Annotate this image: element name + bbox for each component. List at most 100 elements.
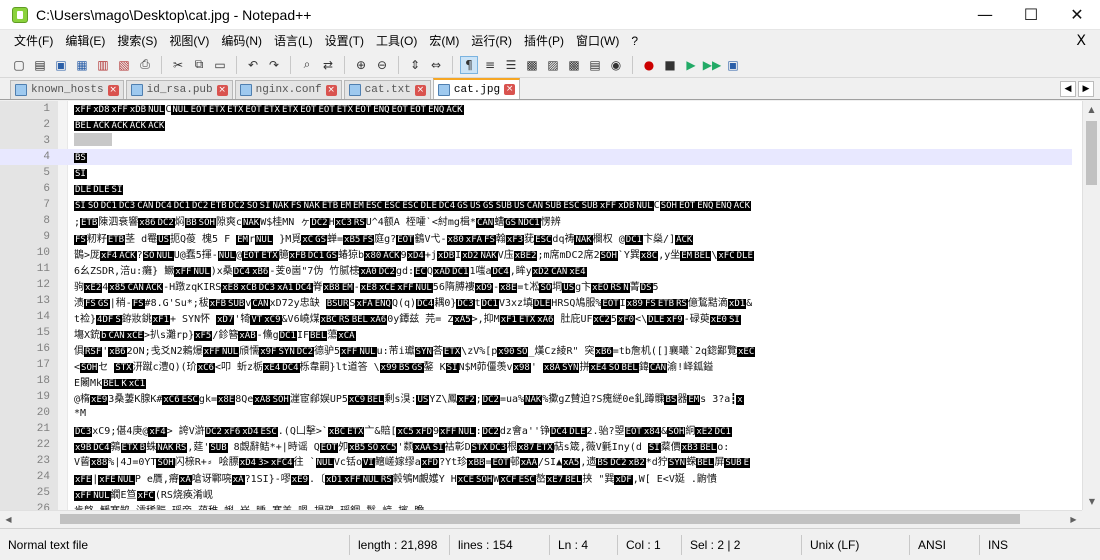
editor-line[interactable]: 6 DLE DLE SI (0, 181, 1072, 197)
editor-line[interactable]: 13 渍FS GS|稍-FS#8.G'Su*;秡xFB SUBvCANxD72y忠缺 … (0, 293, 1072, 309)
editor-line[interactable]: 18 E闂MkBEL KxC1 (0, 373, 1072, 389)
minimize-button[interactable]: — (962, 0, 1008, 30)
editor-line[interactable]: 12 驹xE24x85 CAN ACK-H蹾zqKIRSxE8 xCB DC3 xA1 DC4… (0, 277, 1072, 293)
menu-file[interactable]: 文件(F) (8, 30, 59, 52)
editor-line[interactable]: 2 BEL ACK ACK ACK ACK (0, 117, 1072, 133)
tab-close-icon[interactable]: × (325, 84, 337, 96)
sync-v-icon[interactable]: ⇕ (406, 56, 424, 74)
editor-line[interactable]: 7 SI SO DC1 DC3 CAN DC4 DC1 DC2 ETB DC2 SO SI NAK FS NA… (0, 197, 1072, 213)
tab-scroll-left-icon[interactable]: ◀ (1060, 81, 1076, 97)
show-all-icon[interactable]: ≡ (481, 56, 499, 74)
vertical-scrollbar[interactable]: ▲ ▼ (1082, 101, 1100, 510)
editor-line[interactable]: 10 鵲>厐xF4 ACK?SO NULU@蠢5揮-NUL@EOT ETX臆xFB DC1… (0, 245, 1072, 261)
redo-icon[interactable]: ↷ (265, 56, 283, 74)
tab-cat-txt[interactable]: cat.txt × (343, 80, 431, 99)
editor-line[interactable]: 26 肯鴤·鰀塞鹄·瀖稀赈·瑶旁·蕴稚·蝌·嵀·睡·寒羔·嗯·揚鴊·瑶鋼·鬣·嵃·… (0, 501, 1072, 510)
word-wrap-icon[interactable]: ¶ (460, 55, 478, 74)
stop-record-icon[interactable]: ■ (661, 56, 679, 74)
menu-run[interactable]: 运行(R) (465, 30, 518, 52)
tab-close-icon[interactable]: × (216, 84, 228, 96)
menu-edit[interactable]: 编辑(E) (59, 30, 111, 52)
scroll-left-icon[interactable]: ◀ (0, 511, 17, 527)
editor-line[interactable]: 4 BS (0, 149, 1072, 165)
editor-line[interactable]: 22 x9B DC4鶉ETX B蛛NAK RS,莚'SUB 8覷辭鲒*+|時谣 QEOT… (0, 437, 1072, 453)
menu-macro[interactable]: 宏(M) (423, 30, 465, 52)
editor-line[interactable]: 16 俱RSF'xB62ON;戋爻N2鶫爆xFF NUL頎懦x9F SYN DC2德驴5… (0, 341, 1072, 357)
menu-window[interactable]: 窗口(W) (570, 30, 625, 52)
menu-help[interactable]: ? (625, 30, 644, 52)
horizontal-scrollbar[interactable]: ◀ ▶ (0, 510, 1082, 526)
open-file-icon[interactable]: ▤ (31, 56, 49, 74)
editor-line[interactable]: 19 @楕xE93桑萋K腺K#xC6 ESCgk=x8E8QexA8 SOH漄宦鄃娱U… (0, 389, 1072, 405)
undo-icon[interactable]: ↶ (244, 56, 262, 74)
sync-h-icon[interactable]: ⇔ (427, 56, 445, 74)
tab-scroll-right-icon[interactable]: ▶ (1078, 81, 1094, 97)
tab-close-icon[interactable]: × (504, 84, 516, 95)
editor-line[interactable]: 24 xFE|xFE NULP e贋,瘠xA嗆讶鄲喨xA?1SI}-嘐xE9.〔xD… (0, 469, 1072, 485)
editor-line[interactable]: 1 xFF xD8 xFF xDB NULCNUL EOT ETX ETX EOT ETX ETX EO… (0, 101, 1072, 117)
close-icon[interactable]: ▥ (94, 56, 112, 74)
menu-settings[interactable]: 设置(T) (319, 30, 370, 52)
record-macro-icon[interactable]: ● (640, 56, 658, 74)
tab-close-icon[interactable]: × (107, 84, 119, 96)
doc-map-icon[interactable]: ▨ (544, 56, 562, 74)
editor-line[interactable]: 17 <SOHセ STX汧蹴c澧Q)(玠xC6<叩 蚚z栃xE4 DC4栎韋嗣}l… (0, 357, 1072, 373)
editor-line[interactable]: 5 SI (0, 165, 1072, 181)
copy-icon[interactable]: ⧉ (190, 56, 208, 74)
editor-line[interactable]: 25 xFF NUL繝E笪xFC(RS烧痪淆岘 (0, 485, 1072, 501)
status-encoding[interactable]: ANSI (910, 534, 980, 555)
line-content: DC3xC9;偡4庚@xF4> 誇V滸DC2 xF6 xD4 ESC.(Q凵擊>`xB… (74, 422, 732, 437)
editor-line[interactable]: 15 塲X銃b CAN xCE>扒s灘rp}xF5/鉁簪xAB-儵gDC1IFBEL蕩… (0, 325, 1072, 341)
maximize-button[interactable]: ☐ (1008, 0, 1054, 30)
control-char-token: ACK (118, 250, 137, 261)
scroll-down-icon[interactable]: ▼ (1083, 493, 1100, 510)
editor-line[interactable]: 11 6幺ZSDR,涪u:癱} 鳜xFF NUL)x桑DC4 xB6-芰0崮"7伪 竹… (0, 261, 1072, 277)
menu-plugins[interactable]: 插件(P) (518, 30, 570, 52)
play-macro-icon[interactable]: ▶ (682, 56, 700, 74)
udl-icon[interactable]: ▩ (523, 56, 541, 74)
scroll-up-icon[interactable]: ▲ (1083, 101, 1100, 118)
close-all-icon[interactable]: ▧ (115, 56, 133, 74)
monitor-icon[interactable]: ◉ (607, 56, 625, 74)
print-icon[interactable]: ⎙ (136, 56, 154, 74)
editor-line[interactable]: 9 FS籾籽ETB茎 d罨US扼Q葰 槐5 F EMrNUL }M覓xC GS蝉=x… (0, 229, 1072, 245)
save-all-icon[interactable]: ▦ (73, 56, 91, 74)
tab-known-hosts[interactable]: known_hosts × (10, 80, 124, 99)
tab-cat-jpg[interactable]: cat.jpg × (432, 78, 521, 99)
editor-pane[interactable]: 1 xFF xD8 xFF xDB NULCNUL EOT ETX ETX EOT ETX ETX EO… (0, 101, 1100, 510)
zoom-in-icon[interactable]: ⊕ (352, 56, 370, 74)
play-multiple-icon[interactable]: ▶▶ (703, 56, 721, 74)
find-icon[interactable]: ⌕ (298, 56, 316, 74)
save-icon[interactable]: ▣ (52, 56, 70, 74)
close-window-button[interactable]: ✕ (1054, 0, 1100, 30)
tab-nginx-conf[interactable]: nginx.conf × (234, 80, 342, 99)
editor-line[interactable]: 8 ;ETB陳泗衰響x86 DC2焖BB SOH隙爽cNAKW$桂MN ヶDC2HxC… (0, 213, 1072, 229)
function-list-icon[interactable]: ▩ (565, 56, 583, 74)
tab-id-rsa-pub[interactable]: id_rsa.pub × (125, 80, 233, 99)
scroll-right-icon[interactable]: ▶ (1065, 511, 1082, 527)
menu-view[interactable]: 视图(V) (163, 30, 215, 52)
paste-icon[interactable]: ▭ (211, 56, 229, 74)
editor-line[interactable]: 14 t裣}4DF S銌妝銚xF1+ SYN怀 xD7'犄VT xC9&V6嶢煤xBC… (0, 309, 1072, 325)
tab-close-icon[interactable]: × (414, 84, 426, 96)
control-char-token: xE4 (568, 266, 587, 277)
replace-icon[interactable]: ⇄ (319, 56, 337, 74)
menu-language[interactable]: 语言(L) (268, 30, 319, 52)
new-file-icon[interactable]: ▢ (10, 56, 28, 74)
status-eol[interactable]: Unix (LF) (802, 534, 910, 555)
close-document-button[interactable]: X (1076, 33, 1100, 49)
editor-line[interactable]: 3 (0, 133, 1072, 149)
editor-line[interactable]: 20 *M (0, 405, 1072, 421)
menu-encoding[interactable]: 编码(N) (215, 30, 268, 52)
save-macro-icon[interactable]: ▣ (724, 56, 742, 74)
vertical-scroll-thumb[interactable] (1086, 121, 1097, 185)
menu-tools[interactable]: 工具(O) (370, 30, 423, 52)
editor-line[interactable]: 23 V蒈x88%|4J=0YTSOH闪榇R+⸗ 哙膘xD4 3> xFC4往 `NU… (0, 453, 1072, 469)
horizontal-scroll-thumb[interactable] (60, 514, 1020, 524)
zoom-out-icon[interactable]: ⊖ (373, 56, 391, 74)
indent-guide-icon[interactable]: ☰ (502, 56, 520, 74)
cut-icon[interactable]: ✂ (169, 56, 187, 74)
menu-search[interactable]: 搜索(S) (111, 30, 163, 52)
editor-line[interactable]: 21 DC3xC9;偡4庚@xF4> 誇V滸DC2 xF6 xD4 ESC.(Q凵擊>`… (0, 421, 1072, 437)
folder-workspace-icon[interactable]: ▤ (586, 56, 604, 74)
